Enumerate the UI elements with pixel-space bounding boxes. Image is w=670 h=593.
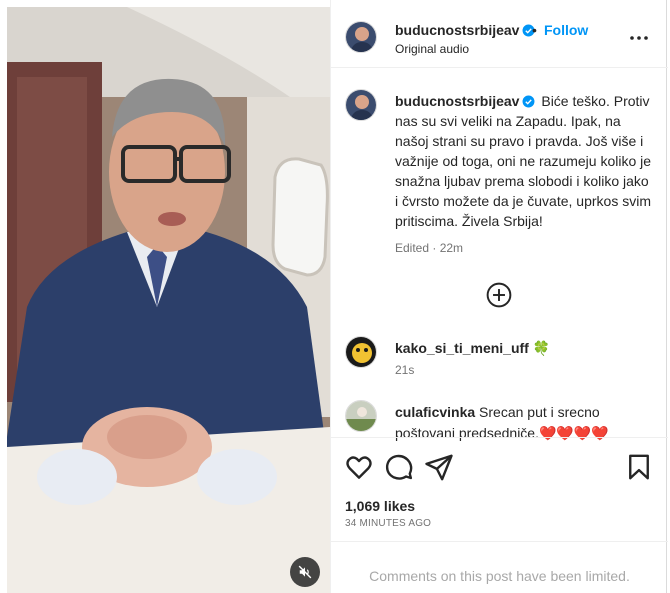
caption-text: Biće teško. Protiv nas su svi veliki na … [395,93,652,229]
caption-avatar[interactable] [345,89,377,121]
speaker-muted-icon [298,565,312,579]
author-avatar[interactable] [345,21,377,53]
action-bar [331,452,668,482]
more-options-icon[interactable] [627,26,651,50]
post-timestamp[interactable]: 34 MINUTES AGO [345,518,431,529]
separator-dot: • [532,22,537,38]
video-frame [7,7,330,593]
caption-body: buducnostsrbijeav Biće teško. Protiv nas… [395,91,655,231]
comments-limited-bar: Comments on this post have been limited. [331,541,668,593]
post-panel: buducnostsrbijeav • Follow Original audi… [330,0,668,593]
commenter-avatar[interactable] [345,336,377,368]
bookmark-icon[interactable] [624,452,654,482]
comment-username[interactable]: culaficvinka [395,404,475,420]
comments-limited-notice: Comments on this post have been limited. [369,568,630,584]
comment-username[interactable]: kako_si_ti_meni_uff [395,340,529,356]
mute-button[interactable] [290,557,320,587]
follow-button[interactable]: Follow [544,22,588,38]
caption-username[interactable]: buducnostsrbijeav [395,93,535,109]
avatar-image [346,22,376,52]
avatar-image [346,90,376,120]
author-username[interactable]: buducnostsrbijeav [395,22,535,38]
heart-icon[interactable] [344,452,374,482]
comment-icon[interactable] [384,452,414,482]
post-video[interactable] [7,7,330,593]
divider [331,437,668,438]
plus-circle-icon[interactable] [486,282,512,308]
audio-label[interactable]: Original audio [395,42,469,56]
avatar-image [346,401,376,431]
paper-plane-icon[interactable] [424,452,454,482]
verified-badge-icon [523,95,535,108]
left-gutter [0,0,7,593]
comment-text: 🍀 [532,340,551,356]
like-count[interactable]: 1,069 likes [345,498,415,514]
comment-body: kako_si_ti_meni_uff 🍀 [395,338,657,359]
commenter-avatar[interactable] [345,400,377,432]
avatar-image [346,337,376,367]
post-header: buducnostsrbijeav • Follow Original audi… [331,0,668,68]
comment-timestamp[interactable]: 21s [395,363,414,377]
edited-timestamp: Edited · 22m [395,241,464,255]
